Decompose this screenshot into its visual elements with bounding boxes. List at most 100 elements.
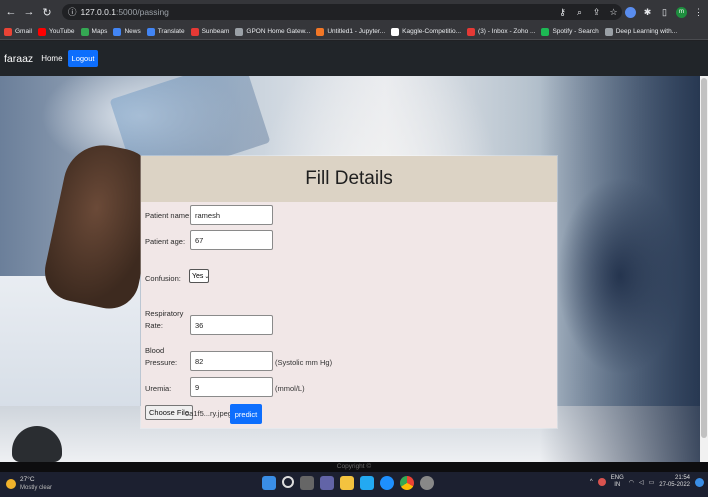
page-scrollbar[interactable] bbox=[700, 76, 708, 462]
uremia-label: Uremia: bbox=[145, 384, 172, 393]
patient-age-label: Patient age: bbox=[145, 237, 186, 246]
bookmark-favicon-icon bbox=[391, 27, 400, 36]
bookmark-item[interactable]: Kaggle-Competitio... bbox=[391, 27, 461, 36]
patient-age-input[interactable]: 67 bbox=[190, 230, 273, 250]
bookmark-favicon-icon bbox=[235, 27, 244, 36]
confusion-label: Confusion: bbox=[145, 274, 181, 283]
key-icon[interactable]: ⚷ bbox=[557, 7, 568, 18]
patient-name-input[interactable]: ramesh bbox=[190, 205, 273, 225]
predict-button[interactable]: predict bbox=[230, 404, 262, 424]
side-panel-icon[interactable]: ▯ bbox=[659, 7, 670, 18]
region-code: IN bbox=[614, 482, 621, 488]
bookmark-item[interactable]: (3) - Inbox - Zoho ... bbox=[467, 27, 536, 36]
bookmarks-bar: Gmail YouTube Maps News Translate Sunbeam GPON… bbox=[0, 24, 708, 40]
system-tray: ^ ENG IN ◠ ◁ ▭ 21:54 27-05-2022 bbox=[590, 475, 704, 489]
bookmark-label: GPON Home Gatew... bbox=[246, 28, 311, 35]
bookmark-item[interactable]: Translate bbox=[146, 27, 185, 36]
bookmark-favicon-icon bbox=[190, 27, 199, 36]
bookmark-item[interactable]: Sunbeam bbox=[190, 27, 229, 36]
bookmark-favicon-icon bbox=[4, 27, 12, 36]
bookmark-favicon-icon bbox=[316, 27, 325, 36]
page-title: Fill Details bbox=[305, 168, 393, 189]
profile-avatar[interactable]: m bbox=[676, 6, 687, 18]
moon-weather-icon bbox=[6, 479, 16, 489]
wifi-icon[interactable]: ◠ bbox=[629, 479, 634, 486]
bookmark-favicon-icon bbox=[467, 27, 476, 36]
card-header: Fill Details bbox=[141, 156, 557, 202]
chrome-icon[interactable] bbox=[400, 476, 414, 490]
bookmark-favicon-icon bbox=[37, 27, 46, 36]
url-host: 127.0.0.1 bbox=[80, 7, 116, 17]
extension-circle-icon[interactable] bbox=[625, 6, 636, 18]
app-circle-icon[interactable] bbox=[380, 476, 394, 490]
settings-gear-icon[interactable] bbox=[420, 476, 434, 490]
address-bar[interactable]: ⓘ 127.0.0.1:5000/passing bbox=[62, 4, 622, 20]
bookmark-label: YouTube bbox=[48, 28, 75, 35]
battery-icon[interactable]: ▭ bbox=[649, 479, 655, 486]
blood-pressure-input[interactable]: 82 bbox=[190, 351, 273, 371]
respiratory-rate-input[interactable]: 36 bbox=[190, 315, 273, 335]
blood-pressure-unit: (Systolic mm Hg) bbox=[275, 358, 333, 367]
home-link[interactable]: Home bbox=[41, 54, 62, 63]
patient-name-label: Patient name: bbox=[145, 211, 192, 220]
selected-file-name: 0a1f5...ry.jpeg bbox=[185, 409, 232, 418]
bookmark-label: Translate bbox=[157, 28, 185, 35]
bookmark-item[interactable]: Gmail bbox=[4, 27, 32, 36]
chevron-down-icon: ⌄ bbox=[204, 273, 210, 280]
bookmark-label: Spotify - Search bbox=[552, 28, 599, 35]
app-tray-icon[interactable] bbox=[597, 478, 606, 486]
search-icon[interactable] bbox=[282, 476, 294, 488]
windows-start-icon[interactable] bbox=[262, 476, 276, 490]
clock-date: 27-05-2022 bbox=[659, 482, 690, 488]
confusion-select[interactable]: Yes ⌄ bbox=[189, 269, 209, 283]
bookmark-label: (3) - Inbox - Zoho ... bbox=[478, 28, 536, 35]
page-footer: Copyright © bbox=[0, 462, 708, 472]
chevron-up-icon[interactable]: ^ bbox=[590, 479, 593, 485]
brand-link[interactable]: faraaz bbox=[4, 53, 33, 65]
bookmark-item[interactable]: YouTube bbox=[37, 27, 75, 36]
respiratory-label-line1: Respiratory bbox=[145, 309, 184, 318]
respiratory-label-line2: Rate: bbox=[145, 321, 163, 330]
bookmark-item[interactable]: Untitled1 - Jupyter... bbox=[316, 27, 386, 36]
bookmark-item[interactable]: Deep Learning with... bbox=[604, 27, 677, 36]
bookmark-label: Untitled1 - Jupyter... bbox=[327, 28, 386, 35]
weather-desc: Mostly clear bbox=[20, 485, 53, 491]
language-indicator[interactable]: ENG IN bbox=[611, 475, 624, 489]
bookmark-item[interactable]: GPON Home Gatew... bbox=[235, 27, 311, 36]
notification-icon[interactable] bbox=[695, 477, 704, 487]
language-code: ENG bbox=[610, 475, 624, 481]
task-view-icon[interactable] bbox=[300, 476, 314, 490]
file-explorer-icon[interactable] bbox=[340, 476, 354, 490]
app-navbar: faraaz Home Logout bbox=[0, 41, 708, 76]
bookmark-favicon-icon bbox=[604, 27, 613, 36]
bookmark-item[interactable]: Maps bbox=[80, 27, 107, 36]
weather-widget[interactable]: 27°C Mostly clear bbox=[6, 476, 52, 492]
logout-button[interactable]: Logout bbox=[67, 50, 99, 67]
weather-temp: 27°C bbox=[20, 476, 35, 483]
browser-toolbar: ← → ↻ ⌂ ⓘ 127.0.0.1:5000/passing ⚷ ⌕ ⇪ ☆… bbox=[0, 0, 708, 24]
volume-icon[interactable]: ◁ bbox=[639, 479, 644, 486]
bookmark-item[interactable]: News bbox=[113, 27, 141, 36]
copyright-text: Copyright © bbox=[336, 463, 372, 470]
fill-details-card: Fill Details Patient name: ramesh Patien… bbox=[141, 156, 557, 428]
star-icon[interactable]: ☆ bbox=[608, 7, 619, 18]
bookmark-favicon-icon bbox=[113, 27, 122, 36]
bookmark-favicon-icon bbox=[80, 27, 89, 36]
uremia-input[interactable]: 9 bbox=[190, 377, 273, 397]
vscode-icon[interactable] bbox=[360, 476, 374, 490]
share-icon[interactable]: ⇪ bbox=[591, 7, 602, 18]
bookmark-favicon-icon bbox=[146, 27, 155, 36]
blood-pressure-label-line1: Blood bbox=[145, 346, 165, 355]
menu-icon[interactable]: ⋮ bbox=[693, 7, 704, 18]
teams-chat-icon[interactable] bbox=[320, 476, 334, 490]
clock[interactable]: 21:54 27-05-2022 bbox=[659, 475, 690, 489]
forward-icon[interactable]: → bbox=[22, 5, 36, 19]
back-icon[interactable]: ← bbox=[4, 5, 18, 19]
site-info-icon[interactable]: ⓘ bbox=[68, 6, 77, 18]
reload-icon[interactable]: ↻ bbox=[40, 5, 54, 19]
zoom-icon[interactable]: ⌕ bbox=[574, 7, 585, 18]
url-path: :5000/passing bbox=[115, 7, 169, 17]
bookmark-item[interactable]: Spotify - Search bbox=[541, 27, 599, 36]
puzzle-icon[interactable]: ✱ bbox=[642, 7, 653, 18]
bookmark-label: News bbox=[124, 28, 141, 35]
